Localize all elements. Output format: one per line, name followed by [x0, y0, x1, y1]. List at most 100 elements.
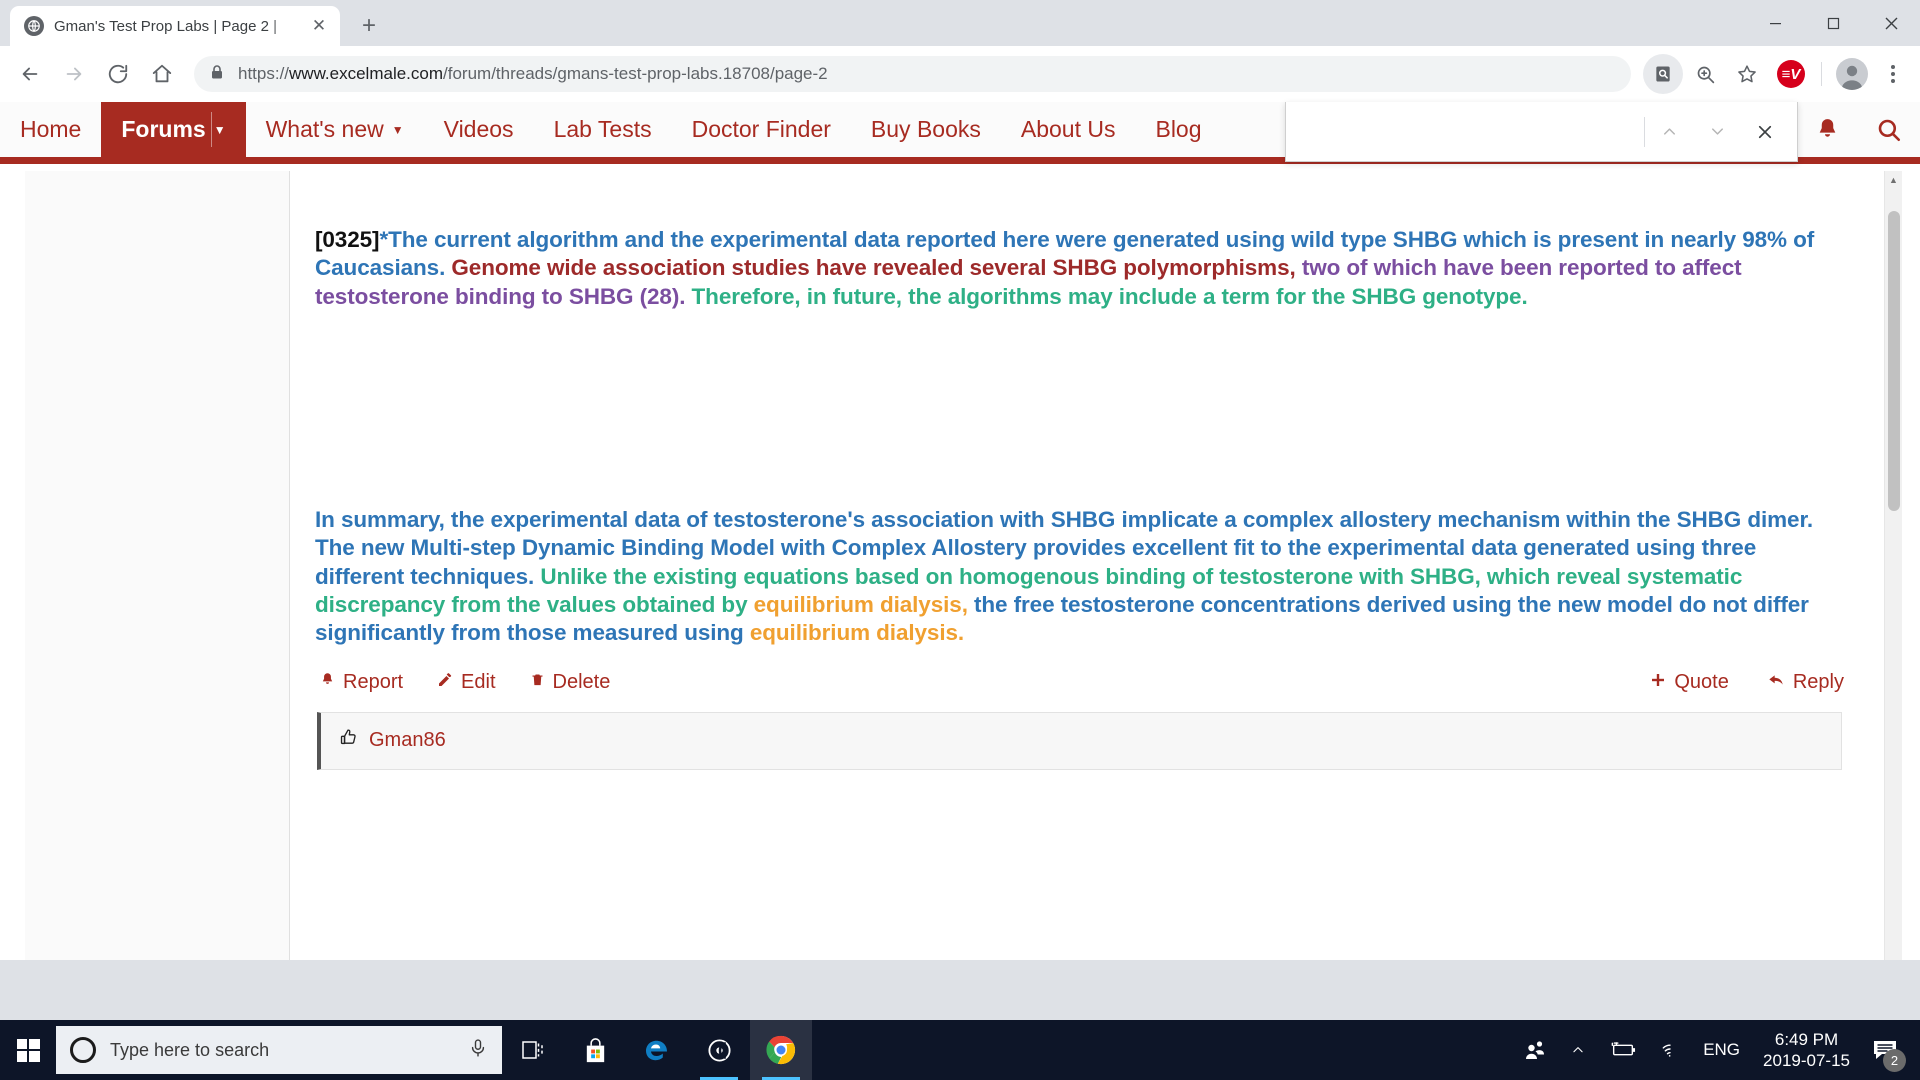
sidebar-item-lab-tests[interactable]: Lab Tests	[534, 102, 672, 157]
post-spacer	[315, 311, 1844, 506]
home-icon[interactable]	[142, 54, 182, 94]
sidebar-item-doctor-finder[interactable]: Doctor Finder	[672, 102, 851, 157]
thumbs-up-icon	[339, 728, 358, 753]
find-close-icon[interactable]	[1741, 102, 1789, 162]
scroll-up-arrow-icon[interactable]: ▲	[1885, 171, 1902, 189]
post-likes-bar: Gman86	[317, 712, 1842, 770]
find-input[interactable]	[1286, 102, 1644, 161]
page-content: [0325]*The current algorithm and the exp…	[0, 171, 1902, 960]
sidebar-item-about-us[interactable]: About Us	[1001, 102, 1136, 157]
toolbar-right-group: ≡V	[1643, 54, 1910, 94]
forum-post: [0325]*The current algorithm and the exp…	[290, 171, 1902, 960]
maximize-icon[interactable]	[1804, 0, 1862, 46]
post-sidebar-column	[25, 171, 290, 960]
taskbar-apps	[502, 1020, 812, 1080]
toolbar-divider	[1821, 62, 1822, 86]
post-segment: equilibrium dialysis,	[754, 592, 974, 617]
language-indicator[interactable]: ENG	[1692, 1020, 1751, 1080]
post-segment: equilibrium dialysis.	[750, 620, 964, 645]
post-actions: Report Edit Delete	[315, 671, 1844, 694]
sidebar-item-whats-new[interactable]: What's new ▼	[246, 102, 424, 157]
chevron-down-icon[interactable]: ▼	[214, 124, 226, 136]
edit-button[interactable]: Edit	[437, 671, 495, 694]
system-tray: ENG 6:49 PM 2019-07-15 2	[1512, 1020, 1920, 1080]
taskbar-clock[interactable]: 6:49 PM 2019-07-15	[1751, 1029, 1862, 1072]
clock-time: 6:49 PM	[1763, 1029, 1850, 1050]
zoom-in-icon[interactable]	[1685, 54, 1725, 94]
microsoft-edge-icon[interactable]	[626, 1020, 688, 1080]
microphone-icon[interactable]	[468, 1037, 488, 1064]
sidebar-item-home[interactable]: Home	[0, 102, 101, 157]
star-icon[interactable]	[1727, 54, 1767, 94]
nav-separator	[211, 112, 212, 147]
delete-button[interactable]: Delete	[530, 671, 611, 694]
quote-button[interactable]: Quote	[1650, 671, 1728, 694]
windows-taskbar: Type here to search	[0, 1020, 1920, 1080]
find-previous-icon[interactable]	[1645, 102, 1693, 162]
notification-count-badge: 2	[1883, 1049, 1906, 1072]
battery-charging-icon[interactable]	[1598, 1020, 1648, 1080]
like-user-link[interactable]: Gman86	[369, 729, 446, 752]
expressvpn-extension-icon[interactable]: ≡V	[1777, 60, 1805, 88]
chevron-down-icon[interactable]: ▼	[392, 124, 404, 136]
post-paragraph-2: In summary, the experimental data of tes…	[315, 506, 1844, 648]
bell-icon[interactable]	[1797, 102, 1858, 157]
task-view-icon[interactable]	[502, 1020, 564, 1080]
google-chrome-icon[interactable]	[750, 1020, 812, 1080]
sidebar-item-blog[interactable]: Blog	[1135, 102, 1221, 157]
post-segment: Therefore, in future, the algorithms may…	[692, 284, 1528, 309]
taskbar-search-box[interactable]: Type here to search	[56, 1026, 502, 1074]
minimize-icon[interactable]	[1746, 0, 1804, 46]
profile-avatar-icon[interactable]	[1836, 58, 1868, 90]
search-icon[interactable]	[1858, 102, 1920, 157]
action-label: Edit	[461, 671, 495, 694]
sidebar-item-buy-books[interactable]: Buy Books	[851, 102, 1001, 157]
tab-close-icon[interactable]: ✕	[308, 15, 330, 37]
cortana-circle-icon[interactable]	[70, 1037, 96, 1063]
people-icon[interactable]	[1512, 1020, 1558, 1080]
sidebar-item-videos[interactable]: Videos	[424, 102, 534, 157]
tab-title: Gman's Test Prop Labs | Page 2 |	[54, 18, 298, 35]
sidebar-item-forums[interactable]: Forums ▼	[101, 102, 245, 157]
address-bar[interactable]: https://www.excelmale.com/forum/threads/…	[194, 56, 1631, 92]
browser-tab[interactable]: Gman's Test Prop Labs | Page 2 | ✕	[10, 6, 340, 46]
opera-icon[interactable]	[688, 1020, 750, 1080]
nav-label: What's new	[266, 116, 384, 143]
start-button[interactable]	[0, 1020, 56, 1080]
page-scrollbar[interactable]: ▲	[1884, 171, 1902, 960]
new-tab-button[interactable]: +	[352, 9, 386, 43]
browser-window: Gman's Test Prop Labs | Page 2 | ✕ +	[0, 0, 1920, 1020]
reload-icon[interactable]	[98, 54, 138, 94]
web-page: Home Forums ▼ What's new ▼ Videos Lab Te…	[0, 102, 1920, 960]
find-next-icon[interactable]	[1693, 102, 1741, 162]
pencil-icon	[437, 671, 453, 694]
wifi-icon[interactable]	[1648, 1020, 1692, 1080]
nav-label: Doctor Finder	[692, 116, 831, 143]
find-in-page-bar	[1285, 102, 1798, 162]
back-arrow-icon[interactable]	[10, 54, 50, 94]
globe-icon	[24, 16, 44, 36]
scrollbar-thumb[interactable]	[1888, 211, 1900, 511]
microsoft-store-icon[interactable]	[564, 1020, 626, 1080]
trash-icon	[530, 671, 545, 694]
report-button[interactable]: Report	[320, 671, 403, 694]
reply-button[interactable]: Reply	[1767, 671, 1844, 694]
post-segment: Genome wide association studies have rev…	[451, 255, 1301, 280]
action-center-icon[interactable]: 2	[1862, 1020, 1914, 1080]
nav-label: Buy Books	[871, 116, 981, 143]
nav-label: Home	[20, 116, 81, 143]
action-label: Report	[343, 671, 403, 694]
url-scheme: https://	[238, 64, 289, 83]
window-controls	[1746, 0, 1920, 46]
close-icon[interactable]	[1862, 0, 1920, 46]
three-dot-menu-icon[interactable]	[1876, 65, 1910, 83]
page-search-icon[interactable]	[1643, 54, 1683, 94]
post-paragraph-1: [0325]*The current algorithm and the exp…	[315, 226, 1844, 311]
action-label: Delete	[553, 671, 611, 694]
show-hidden-icons-icon[interactable]	[1558, 1020, 1598, 1080]
search-input[interactable]: Type here to search	[110, 1040, 454, 1061]
action-label: Reply	[1793, 671, 1844, 694]
address-bar-text: https://www.excelmale.com/forum/threads/…	[238, 64, 828, 84]
post-actions-right: Quote Reply	[1612, 671, 1844, 694]
forward-arrow-icon[interactable]	[54, 54, 94, 94]
